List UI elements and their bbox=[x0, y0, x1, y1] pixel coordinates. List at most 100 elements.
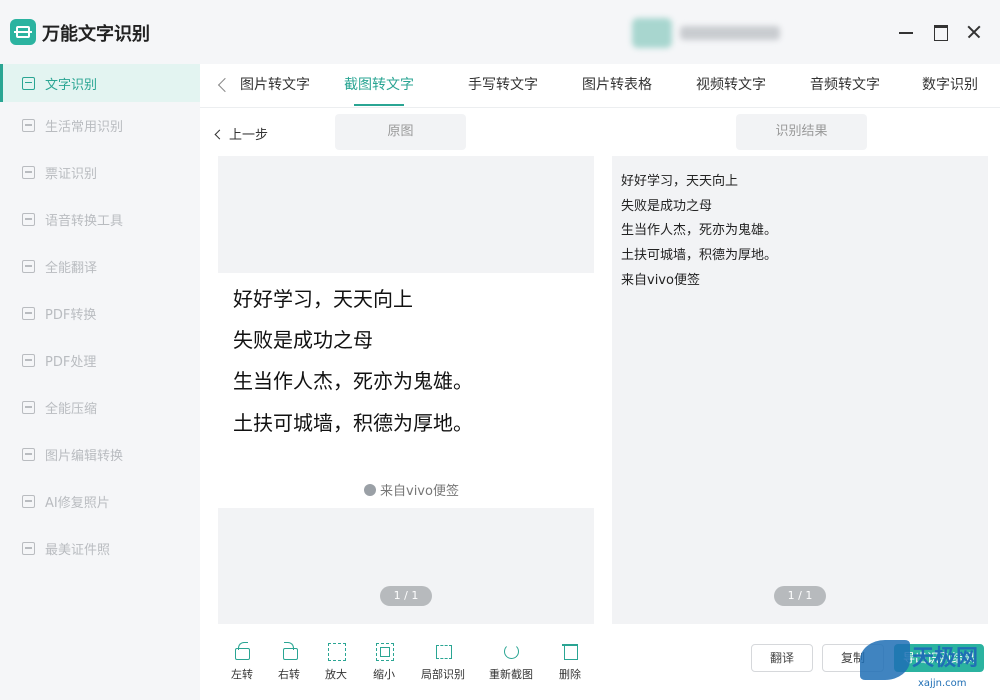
result-tag: 识别结果 bbox=[736, 114, 867, 150]
sidebar-item-pdf-process[interactable]: PDF处理 bbox=[0, 337, 200, 384]
pdf-process-icon bbox=[20, 353, 36, 369]
user-name bbox=[680, 26, 780, 40]
pdf-convert-icon bbox=[20, 306, 36, 322]
rotate-left-button[interactable]: 左转 bbox=[222, 642, 262, 682]
translate-button[interactable]: 翻译 bbox=[751, 644, 813, 672]
app-logo-icon bbox=[10, 19, 36, 45]
rotate-left-label: 左转 bbox=[231, 668, 253, 681]
tab-handwriting-to-text[interactable]: 手写转文字 bbox=[468, 74, 538, 108]
result-text-line[interactable]: 好好学习，天天向上 bbox=[621, 170, 738, 189]
zoom-out-label: 缩小 bbox=[373, 668, 395, 681]
sidebar-item-voice-tools[interactable]: 语音转换工具 bbox=[0, 196, 200, 243]
source-text-line: 好好学习，天天向上 bbox=[233, 287, 413, 311]
result-page-indicator: 1 / 1 bbox=[774, 586, 826, 606]
sidebar-item-image-edit[interactable]: 图片编辑转换 bbox=[0, 431, 200, 478]
ticket-scan-icon bbox=[20, 165, 36, 181]
photo-repair-icon bbox=[20, 494, 36, 510]
source-page-indicator: 1 / 1 bbox=[380, 586, 432, 606]
zoom-in-icon bbox=[327, 642, 346, 661]
reshot-label: 重新截图 bbox=[489, 668, 533, 681]
result-panel[interactable]: 好好学习，天天向上 失败是成功之母 生当作人杰，死亦为鬼雄。 土扶可城墙，积德为… bbox=[612, 156, 988, 624]
rotate-left-icon bbox=[233, 642, 251, 660]
source-footer: 来自vivo便签 bbox=[364, 480, 459, 499]
id-photo-icon bbox=[20, 541, 36, 557]
maximize-icon[interactable] bbox=[928, 20, 952, 44]
tab-bar: 图片转文字 截图转文字 手写转文字 图片转表格 视频转文字 音频转文字 数字识别 bbox=[200, 64, 1000, 108]
source-tag: 原图 bbox=[335, 114, 466, 150]
rotate-right-label: 右转 bbox=[278, 668, 300, 681]
app-title: 万能文字识别 bbox=[42, 24, 150, 45]
partial-recognition-label: 局部识别 bbox=[421, 668, 465, 681]
sidebar-item-pdf-convert[interactable]: PDF转换 bbox=[0, 290, 200, 337]
source-text-line: 失败是成功之母 bbox=[233, 328, 373, 352]
tab-video-to-text[interactable]: 视频转文字 bbox=[696, 74, 766, 108]
source-text-line: 土扶可城墙，积德为厚地。 bbox=[233, 411, 473, 435]
tabs-scroll-left-icon[interactable] bbox=[216, 76, 230, 94]
zoom-out-button[interactable]: 缩小 bbox=[364, 642, 404, 682]
delete-button[interactable]: 删除 bbox=[550, 642, 590, 682]
watermark-text: 天极网 bbox=[912, 646, 979, 671]
tab-audio-to-text[interactable]: 音频转文字 bbox=[810, 74, 880, 108]
sidebar-item-ticket-recognition[interactable]: 票证识别 bbox=[0, 149, 200, 196]
back-label: 上一步 bbox=[229, 128, 269, 143]
sidebar-item-label: 最美证件照 bbox=[45, 543, 111, 558]
sidebar-item-label: 生活常用识别 bbox=[45, 120, 124, 135]
watermark: 天极网 xajjn.com bbox=[860, 630, 1000, 700]
result-text-line[interactable]: 生当作人杰，死亦为鬼雄。 bbox=[621, 219, 777, 238]
avatar[interactable] bbox=[632, 18, 672, 48]
text-scan-icon bbox=[20, 75, 36, 91]
sidebar-item-label: PDF转换 bbox=[45, 308, 97, 323]
sidebar-item-label: PDF处理 bbox=[45, 355, 97, 370]
sidebar-item-label: 图片编辑转换 bbox=[45, 449, 124, 464]
sidebar-item-label: AI修复照片 bbox=[45, 496, 110, 511]
reshot-button[interactable]: 重新截图 bbox=[486, 642, 536, 682]
zoom-out-icon bbox=[375, 642, 394, 661]
compress-icon bbox=[20, 400, 36, 416]
chevron-left-icon bbox=[214, 129, 225, 140]
zoom-in-button[interactable]: 放大 bbox=[316, 642, 356, 682]
crop-icon bbox=[434, 642, 452, 660]
trash-icon bbox=[561, 642, 579, 660]
partial-recognition-button[interactable]: 局部识别 bbox=[418, 642, 468, 682]
zoom-in-label: 放大 bbox=[325, 668, 347, 681]
sidebar-item-label: 全能翻译 bbox=[45, 261, 98, 276]
watermark-logo-icon bbox=[860, 640, 910, 680]
refresh-icon bbox=[502, 642, 520, 660]
sidebar: 文字识别 生活常用识别 票证识别 语音转换工具 全能翻译 PDF转换 PDF处理… bbox=[0, 64, 200, 700]
sidebar-item-photo-repair[interactable]: AI修复照片 bbox=[0, 478, 200, 525]
sidebar-item-translate[interactable]: 全能翻译 bbox=[0, 243, 200, 290]
tab-screenshot-to-text[interactable]: 截图转文字 bbox=[344, 74, 414, 108]
delete-label: 删除 bbox=[559, 668, 581, 681]
sidebar-item-label: 票证识别 bbox=[45, 167, 98, 182]
watermark-sub: xajjn.com bbox=[918, 678, 967, 689]
back-button[interactable]: 上一步 bbox=[214, 124, 269, 143]
sidebar-item-label: 文字识别 bbox=[45, 77, 98, 93]
tab-number-recognition[interactable]: 数字识别 bbox=[922, 74, 978, 108]
vivo-icon bbox=[364, 484, 376, 496]
sidebar-item-id-photo[interactable]: 最美证件照 bbox=[0, 525, 200, 572]
minimize-icon[interactable] bbox=[894, 20, 918, 44]
scan-icon bbox=[20, 118, 36, 134]
title-bar: 万能文字识别 bbox=[0, 0, 1000, 64]
image-edit-icon bbox=[20, 447, 36, 463]
close-icon[interactable] bbox=[962, 20, 986, 44]
source-image-panel: 好好学习，天天向上 失败是成功之母 生当作人杰，死亦为鬼雄。 土扶可城墙，积德为… bbox=[218, 156, 594, 624]
tab-image-to-text[interactable]: 图片转文字 bbox=[240, 74, 310, 108]
sidebar-item-label: 全能压缩 bbox=[45, 402, 98, 417]
source-text-line: 生当作人杰，死亦为鬼雄。 bbox=[233, 369, 473, 393]
result-text-line[interactable]: 来自vivo便签 bbox=[621, 269, 700, 288]
translate-icon bbox=[20, 259, 36, 275]
user-account[interactable] bbox=[632, 18, 782, 48]
source-footer-text: 来自vivo便签 bbox=[380, 484, 459, 499]
sidebar-item-text-recognition[interactable]: 文字识别 bbox=[0, 64, 200, 102]
tab-image-to-table[interactable]: 图片转表格 bbox=[582, 74, 652, 108]
result-text-line[interactable]: 土扶可城墙，积德为厚地。 bbox=[621, 244, 777, 263]
rotate-right-button[interactable]: 右转 bbox=[269, 642, 309, 682]
result-text-line[interactable]: 失败是成功之母 bbox=[621, 195, 712, 214]
voice-convert-icon bbox=[20, 212, 36, 228]
source-image-bottom-margin bbox=[218, 508, 594, 624]
sidebar-item-compress[interactable]: 全能压缩 bbox=[0, 384, 200, 431]
sidebar-item-label: 语音转换工具 bbox=[45, 214, 124, 229]
rotate-right-icon bbox=[280, 642, 298, 660]
sidebar-item-life-recognition[interactable]: 生活常用识别 bbox=[0, 102, 200, 149]
